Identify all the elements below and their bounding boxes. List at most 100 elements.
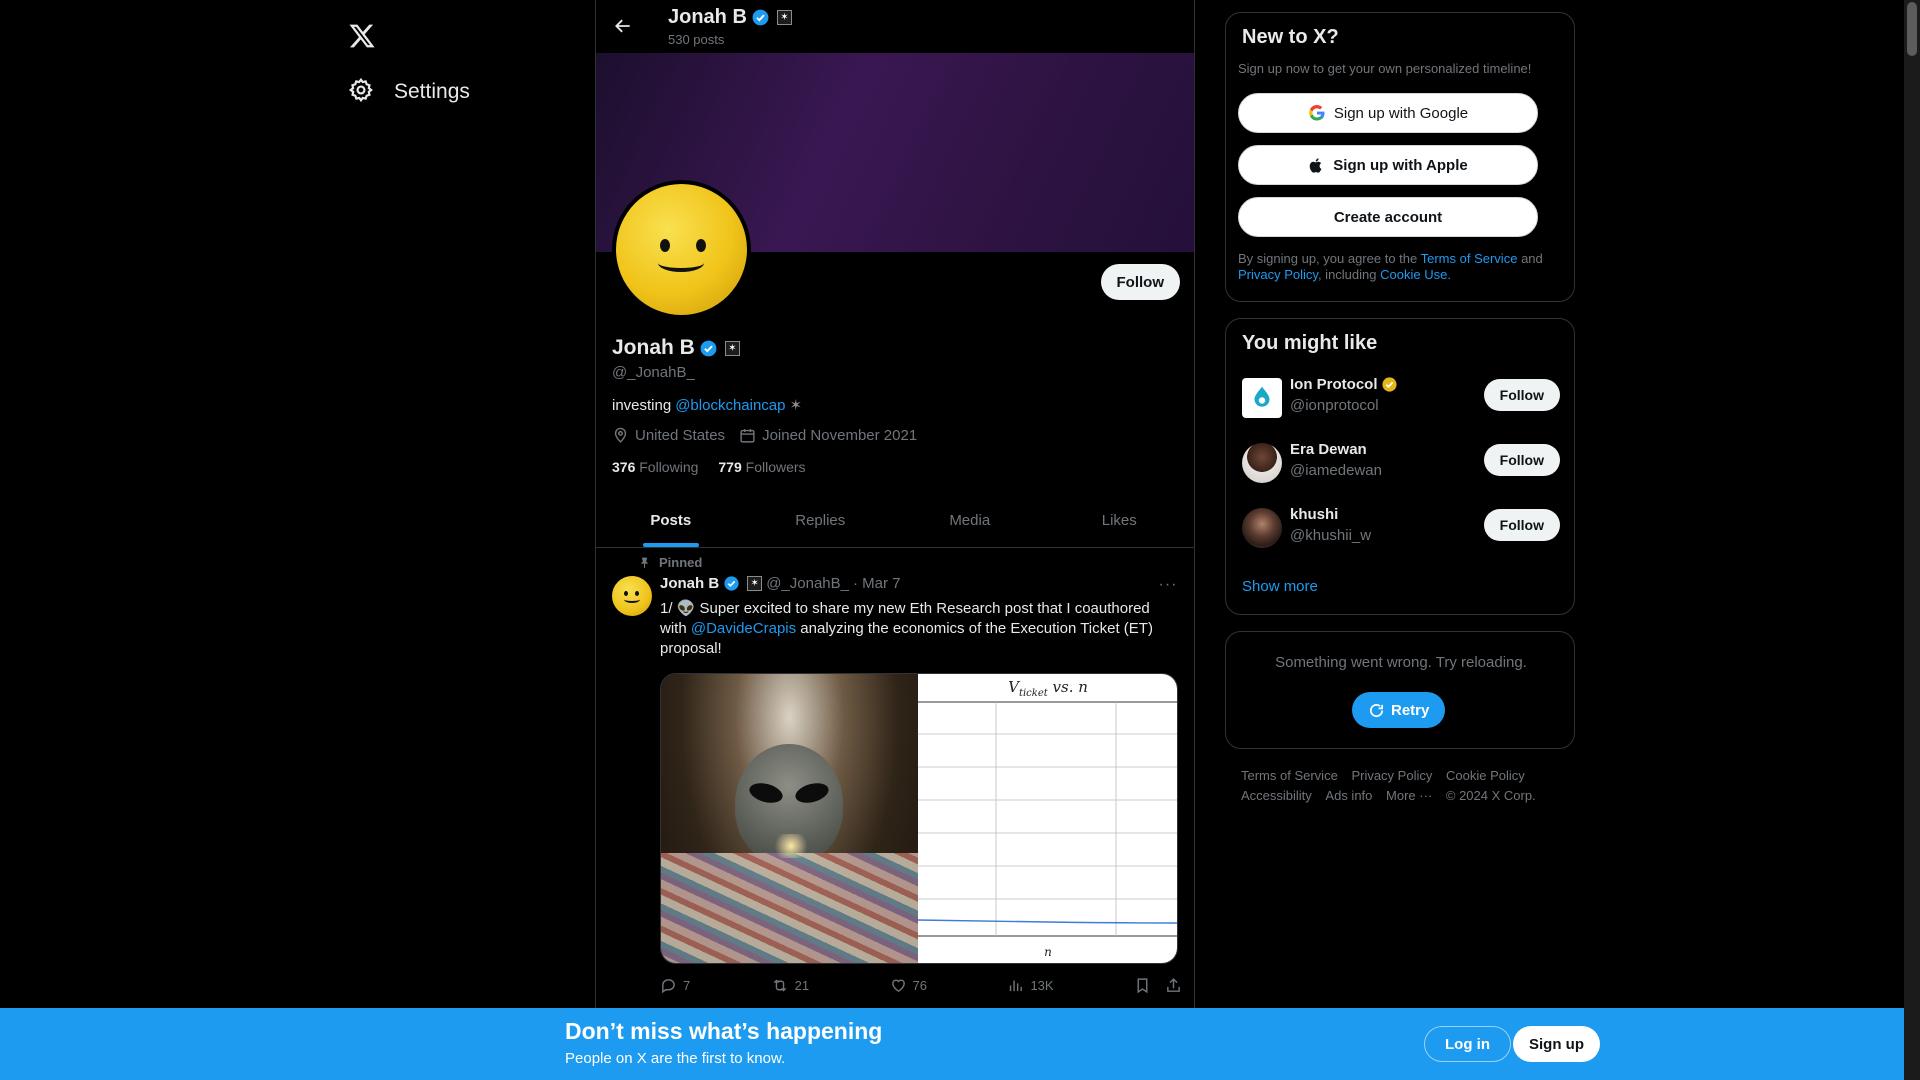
profile-name: Jonah B ✶ <box>612 336 740 360</box>
signup-apple-button[interactable]: Sign up with Apple <box>1238 145 1538 185</box>
error-message: Something went wrong. Try reloading. <box>1275 654 1527 671</box>
repost-button[interactable]: 21 <box>771 977 809 994</box>
legal-text-1: By signing up, you agree to the <box>1238 251 1418 266</box>
signup-button[interactable]: Sign up <box>1513 1026 1600 1062</box>
back-button[interactable] <box>606 9 640 43</box>
suggestion-follow-button[interactable]: Follow <box>1483 379 1560 411</box>
affiliate-badge-icon: ✶ <box>724 340 740 356</box>
suggestion-handle: @ionprotocol <box>1290 397 1379 414</box>
profile-name-text: Jonah B <box>612 336 695 359</box>
pinned-indicator: Pinned <box>638 555 702 570</box>
joined-item: Joined November 2021 <box>739 427 917 444</box>
affiliate-badge-icon: ✶ <box>747 576 763 591</box>
tweet-image-alien[interactable] <box>661 674 918 963</box>
error-card: Something went wrong. Try reloading. Ret… <box>1225 631 1575 749</box>
repost-icon <box>773 979 786 992</box>
tab-likes[interactable]: Likes <box>1045 494 1195 547</box>
tweet-author-name[interactable]: Jonah B <box>660 575 719 592</box>
suggestion-avatar[interactable] <box>1242 378 1282 418</box>
bookmark-icon[interactable] <box>1134 977 1151 994</box>
share-icon[interactable] <box>1165 977 1182 994</box>
reply-button[interactable]: 7 <box>660 977 690 994</box>
retry-button[interactable]: Retry <box>1352 692 1446 728</box>
suggestion-handle: @khushii_w <box>1290 527 1372 544</box>
following-label: Following <box>639 459 699 475</box>
bio-mention-link[interactable]: @blockchaincap <box>675 397 785 414</box>
signup-google-label: Sign up with Google <box>1333 104 1469 122</box>
new-to-x-subtitle: Sign up now to get your own personalized… <box>1238 61 1532 76</box>
tab-media[interactable]: Media <box>895 494 1045 547</box>
heart-icon <box>891 979 905 993</box>
sidebar-footer: Terms of Service Privacy Policy Cookie P… <box>1241 766 1561 806</box>
like-button[interactable]: 76 <box>890 977 927 994</box>
scrollbar-thumb[interactable] <box>1907 2 1917 56</box>
tab-posts[interactable]: Posts <box>596 494 746 547</box>
footer-cookie-link[interactable]: Cookie Policy <box>1446 766 1525 786</box>
cookie-link[interactable]: Cookie Use. <box>1380 267 1451 282</box>
chart-plot <box>918 701 1177 937</box>
like-count: 76 <box>912 978 928 993</box>
suggestion-item[interactable]: khushi @khushii_w Follow <box>1242 505 1560 551</box>
ion-protocol-logo-icon <box>1254 386 1270 407</box>
analytics-icon <box>1010 980 1023 992</box>
suggestion-name-text: Ion Protocol <box>1290 376 1378 393</box>
banner-subtitle: People on X are the first to know. <box>565 1050 786 1067</box>
main-column: Jonah B ✶ 530 posts Follow Jonah B ✶ @_J… <box>595 0 1195 1080</box>
left-nav: Settings <box>326 0 596 1080</box>
nav-settings[interactable]: Settings <box>336 66 482 118</box>
create-account-button[interactable]: Create account <box>1238 197 1538 237</box>
tweet-avatar[interactable] <box>612 576 652 616</box>
reply-icon <box>662 979 675 994</box>
followers-link[interactable]: 779 Followers <box>718 459 805 475</box>
footer-accessibility-link[interactable]: Accessibility <box>1241 786 1312 806</box>
suggestion-avatar[interactable] <box>1242 443 1282 483</box>
location-pin-icon <box>614 427 627 443</box>
legal-including: , including <box>1317 267 1377 282</box>
bottom-signup-banner: Don’t miss what’s happening People on X … <box>0 1008 1904 1080</box>
profile-avatar[interactable] <box>612 180 751 319</box>
pinned-label: Pinned <box>659 555 703 570</box>
profile-meta: United States Joined November 2021 <box>612 427 917 444</box>
views-button[interactable]: 13K <box>1007 977 1054 994</box>
followers-label: Followers <box>745 459 806 475</box>
tweet-date[interactable]: · Mar 7 <box>853 575 901 592</box>
location-item: United States <box>612 427 725 444</box>
footer-privacy-link[interactable]: Privacy Policy <box>1351 766 1432 786</box>
privacy-link[interactable]: Privacy Policy <box>1238 267 1318 282</box>
suggestion-avatar[interactable] <box>1242 508 1282 548</box>
footer-ads-link[interactable]: Ads info <box>1325 786 1372 806</box>
following-link[interactable]: 376 Following <box>612 459 698 475</box>
calendar-icon <box>740 429 755 443</box>
x-logo-icon[interactable] <box>336 10 388 62</box>
tweet-image-chart[interactable]: Vticket vs. n n <box>918 674 1177 963</box>
gold-verified-badge-icon <box>1381 377 1397 392</box>
tweet-actions: 7 21 76 13K <box>660 977 1182 994</box>
tab-replies[interactable]: Replies <box>746 494 896 547</box>
profile-handle: @_JonahB_ <box>612 364 695 381</box>
google-icon <box>1309 104 1325 121</box>
repost-count: 21 <box>794 978 810 993</box>
suggestion-item[interactable]: Era Dewan @iamedewan Follow <box>1242 440 1560 486</box>
suggestion-item[interactable]: Ion Protocol @ionprotocol Follow <box>1242 375 1560 421</box>
tweet-author-handle[interactable]: @_JonahB_ <box>766 575 849 592</box>
follow-button[interactable]: Follow <box>1100 264 1180 300</box>
show-more-link[interactable]: Show more <box>1242 578 1318 595</box>
footer-more-link[interactable]: More ··· <box>1386 786 1432 806</box>
suggestion-follow-button[interactable]: Follow <box>1483 444 1560 476</box>
following-count: 376 <box>612 459 636 475</box>
bio-text: investing <box>612 396 672 414</box>
suggestion-follow-button[interactable]: Follow <box>1483 509 1560 541</box>
affiliate-badge-icon: ✶ <box>776 10 792 25</box>
footer-terms-link[interactable]: Terms of Service <box>1241 766 1338 786</box>
tweet-media[interactable]: Vticket vs. n n <box>660 673 1178 964</box>
terms-link[interactable]: Terms of Service <box>1421 251 1518 266</box>
login-button[interactable]: Log in <box>1424 1026 1511 1062</box>
profile-tabs: Posts Replies Media Likes <box>596 494 1194 548</box>
page-scrollbar[interactable] <box>1904 0 1920 1080</box>
followers-count: 779 <box>718 459 742 475</box>
tweet-mention-link[interactable]: @DavideCrapis <box>691 620 796 637</box>
pin-icon <box>640 557 649 568</box>
signup-google-button[interactable]: Sign up with Google <box>1238 93 1538 133</box>
more-options-icon[interactable]: ··· <box>1156 573 1180 597</box>
profile-bio: investing @blockchaincap ✶ <box>612 396 802 415</box>
